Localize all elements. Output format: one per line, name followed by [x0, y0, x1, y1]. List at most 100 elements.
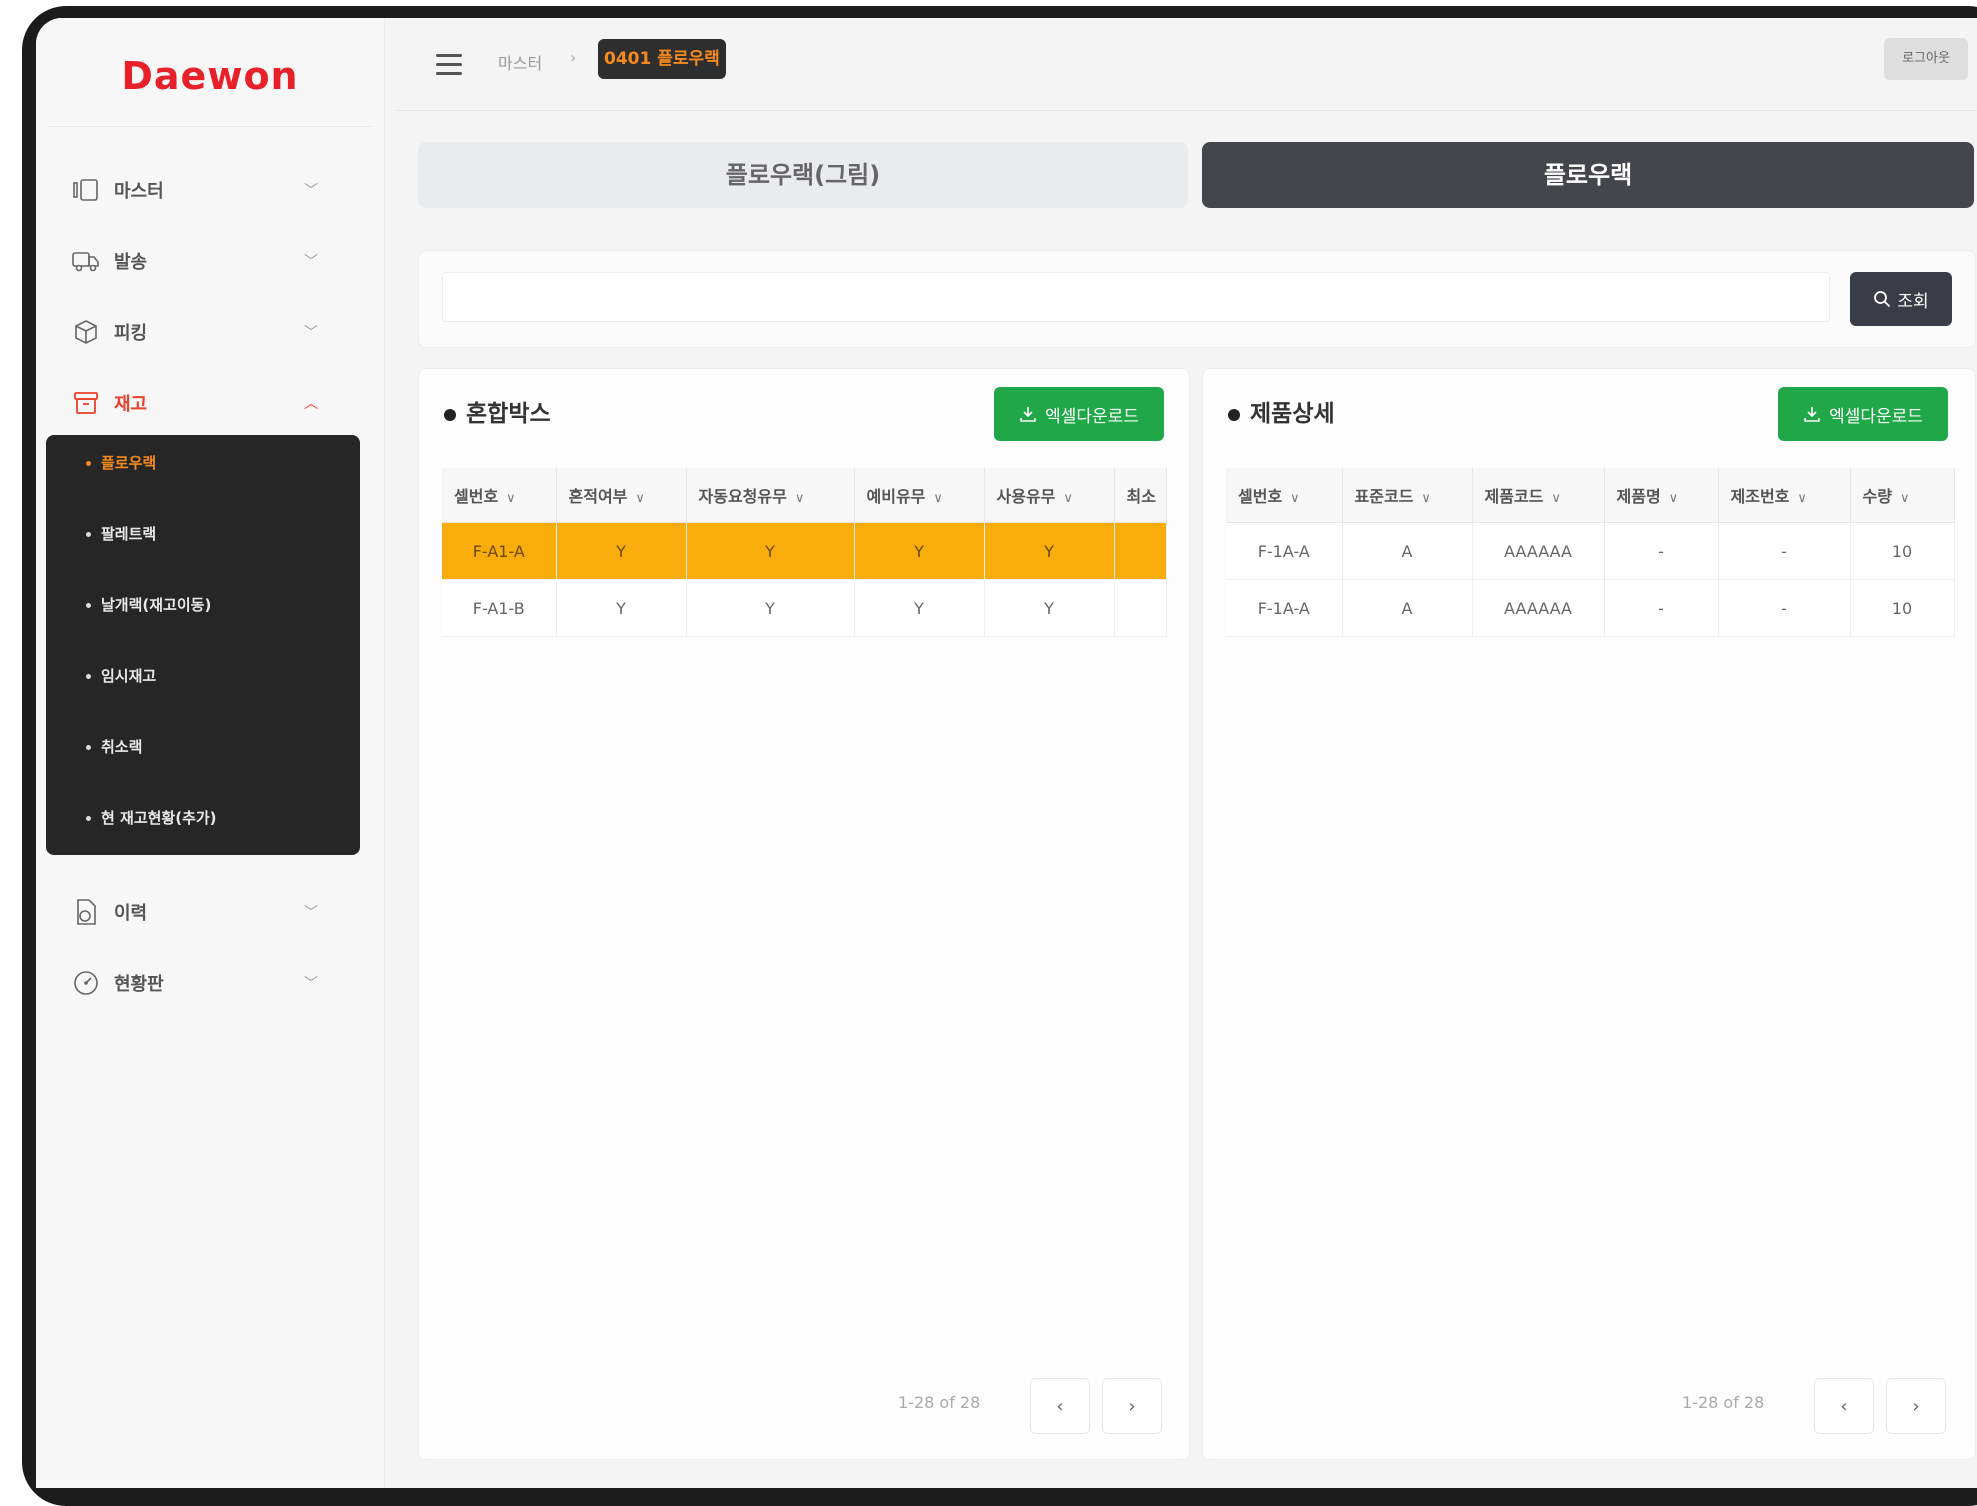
table-cell: Y — [686, 579, 855, 637]
box-icon — [72, 318, 100, 346]
chevron-down-icon: ∨ — [1899, 491, 1910, 506]
table-cell: Y — [854, 579, 985, 637]
table-cell: - — [1604, 522, 1719, 580]
chevron-down-icon: ∨ — [1551, 491, 1561, 506]
sidebar-item-label: 피킹 — [114, 323, 148, 344]
table-cell: F-A1-B — [442, 579, 557, 637]
column-header[interactable]: 셀번호 ∨ — [1226, 468, 1343, 523]
chevron-down-icon: ∨ — [635, 491, 645, 506]
tab-flow-rack-diagram[interactable]: 플로우랙(그림) — [418, 142, 1188, 208]
column-header-label: 셀번호 — [1238, 487, 1283, 506]
inventory-submenu: 플로우랙 팔레트랙 날개랙(재고이동) 임시재고 취소랙 현 재고현황(추가) — [46, 435, 360, 855]
table-cell: Y — [854, 522, 985, 580]
mixed-box-excel-button[interactable]: 엑셀다운로드 — [994, 387, 1164, 441]
sidebar-item-label: 재고 — [114, 394, 148, 415]
table-cell: A — [1342, 522, 1473, 580]
table-cell: 10 — [1850, 579, 1955, 637]
submenu-item-flow-rack[interactable]: 플로우랙 — [86, 443, 156, 483]
table-cell: F-1A-A — [1226, 579, 1343, 637]
product-detail-excel-button[interactable]: 엑셀다운로드 — [1778, 387, 1948, 441]
sidebar-item-label: 이력 — [114, 903, 148, 924]
column-header[interactable]: 수량 ∨ — [1850, 468, 1955, 523]
breadcrumb-parent[interactable]: 마스터 — [498, 50, 542, 74]
menu-toggle-button[interactable] — [428, 44, 472, 84]
history-icon — [72, 898, 100, 926]
table-header-row: 셀번호 ∨ 혼적여부 ∨ 자동요청유무 ∨ 예비유무 ∨ 사용유무 ∨ 최소 — [442, 468, 1167, 523]
next-page-button[interactable]: › — [1886, 1378, 1946, 1434]
submenu-item-temp-stock[interactable]: 임시재고 — [86, 656, 156, 696]
column-header[interactable]: 셀번호 ∨ — [442, 468, 557, 523]
chevron-down-icon: ∨ — [1063, 491, 1073, 506]
column-header[interactable]: 사용유무 ∨ — [984, 468, 1115, 523]
search-button[interactable]: 조회 — [1850, 272, 1952, 326]
column-header[interactable]: 예비유무 ∨ — [854, 468, 985, 523]
sidebar: Daewon 마스터 ﹀ 발송 ﹀ 피킹 ﹀ 재고 ︿ 이력 ﹀ 현황판 ﹀ 플… — [36, 18, 385, 1488]
submenu-item-wing-rack[interactable]: 날개랙(재고이동) — [86, 585, 211, 625]
next-page-button[interactable]: › — [1102, 1378, 1162, 1434]
mixed-box-table: 셀번호 ∨ 혼적여부 ∨ 자동요청유무 ∨ 예비유무 ∨ 사용유무 ∨ 최소 F-A1-A Y Y Y Y F… — [442, 468, 1167, 637]
column-header-label: 예비유무 — [866, 487, 926, 506]
table-cell: 10 — [1850, 522, 1955, 580]
table-header-row: 셀번호 ∨ 표준코드 ∨ 제품코드 ∨ 제품명 ∨ 제조번호 ∨ 수량 ∨ — [1226, 468, 1955, 523]
column-header[interactable]: 최소 — [1114, 468, 1167, 523]
chevron-down-icon: ∨ — [1290, 491, 1300, 506]
product-detail-title: 제품상세 — [1228, 394, 1335, 428]
sidebar-item-dashboard[interactable]: 현황판 ﹀ — [36, 953, 384, 1013]
inventory-icon — [72, 389, 100, 417]
table-row[interactable]: F-1A-A A AAAAAA - -10 — [1226, 579, 1955, 637]
chevron-down-icon: ∨ — [933, 491, 943, 506]
column-header[interactable]: 혼적여부 ∨ — [556, 468, 687, 523]
chevron-left-icon: ‹ — [1056, 1395, 1064, 1417]
chevron-down-icon: ∨ — [1421, 491, 1431, 506]
table-cell: A — [1342, 579, 1473, 637]
logout-button[interactable]: 로그아웃 — [1884, 38, 1968, 80]
table-cell — [1114, 579, 1167, 637]
sidebar-item-label: 현황판 — [114, 974, 164, 995]
table-cell: - — [1718, 522, 1851, 580]
chevron-left-icon: ‹ — [1840, 1395, 1848, 1417]
table-row[interactable]: F-A1-B Y Y Y Y — [442, 579, 1167, 637]
column-header[interactable]: 제품코드 ∨ — [1472, 468, 1605, 523]
prev-page-button[interactable]: ‹ — [1814, 1378, 1874, 1434]
product-detail-pagination: 1-28 of 28 — [1682, 1393, 1765, 1412]
mixed-box-pagination: 1-28 of 28 — [898, 1393, 981, 1412]
submenu-item-stock-status[interactable]: 현 재고현황(추가) — [86, 798, 217, 838]
column-header-label: 자동요청유무 — [698, 487, 787, 506]
column-header-label: 제품코드 — [1484, 487, 1544, 506]
download-icon — [1020, 407, 1036, 422]
app-screen: Daewon 마스터 ﹀ 발송 ﹀ 피킹 ﹀ 재고 ︿ 이력 ﹀ 현황판 ﹀ 플… — [36, 18, 1977, 1488]
prev-page-button[interactable]: ‹ — [1030, 1378, 1090, 1434]
column-header-label: 표준코드 — [1354, 487, 1414, 506]
table-row[interactable]: F-A1-A Y Y Y Y — [442, 522, 1167, 580]
product-detail-table: 셀번호 ∨ 표준코드 ∨ 제품코드 ∨ 제품명 ∨ 제조번호 ∨ 수량 ∨ F-1A-A A AAAAAA… — [1226, 468, 1955, 637]
column-header-label: 셀번호 — [454, 487, 499, 506]
truck-icon — [72, 247, 100, 275]
table-row[interactable]: F-1A-A A AAAAAA - -10 — [1226, 522, 1955, 580]
breadcrumb-current[interactable]: 0401 플로우랙 — [598, 39, 726, 79]
table-cell: AAAAAA — [1472, 522, 1605, 580]
tab-flow-rack[interactable]: 플로우랙 — [1202, 142, 1974, 208]
submenu-item-cancel-rack[interactable]: 취소랙 — [86, 727, 142, 767]
sidebar-item-history[interactable]: 이력 ﹀ — [36, 882, 384, 942]
sidebar-item-master[interactable]: 마스터 ﹀ — [36, 160, 384, 220]
table-cell: F-A1-A — [442, 522, 557, 580]
logo-divider — [48, 126, 372, 127]
column-header[interactable]: 자동요청유무 ∨ — [686, 468, 855, 523]
sidebar-item-picking[interactable]: 피킹 ﹀ — [36, 302, 384, 362]
chevron-right-icon: › — [1128, 1395, 1136, 1417]
table-cell: Y — [984, 579, 1115, 637]
chevron-down-icon: ﹀ — [304, 325, 318, 341]
column-header[interactable]: 제품명 ∨ — [1604, 468, 1719, 523]
chevron-down-icon: ∨ — [506, 491, 516, 506]
sidebar-item-label: 발송 — [114, 252, 148, 273]
table-cell: Y — [686, 522, 855, 580]
sidebar-item-inventory[interactable]: 재고 ︿ — [36, 373, 384, 433]
brand-logo: Daewon — [121, 54, 299, 98]
column-header-label: 혼적여부 — [568, 487, 628, 506]
chevron-up-icon: ︿ — [304, 396, 318, 412]
sidebar-item-shipping[interactable]: 발송 ﹀ — [36, 231, 384, 291]
search-input[interactable] — [442, 272, 1830, 322]
submenu-item-pallet-rack[interactable]: 팔레트랙 — [86, 514, 156, 554]
column-header[interactable]: 표준코드 ∨ — [1342, 468, 1473, 523]
column-header[interactable]: 제조번호 ∨ — [1718, 468, 1851, 523]
